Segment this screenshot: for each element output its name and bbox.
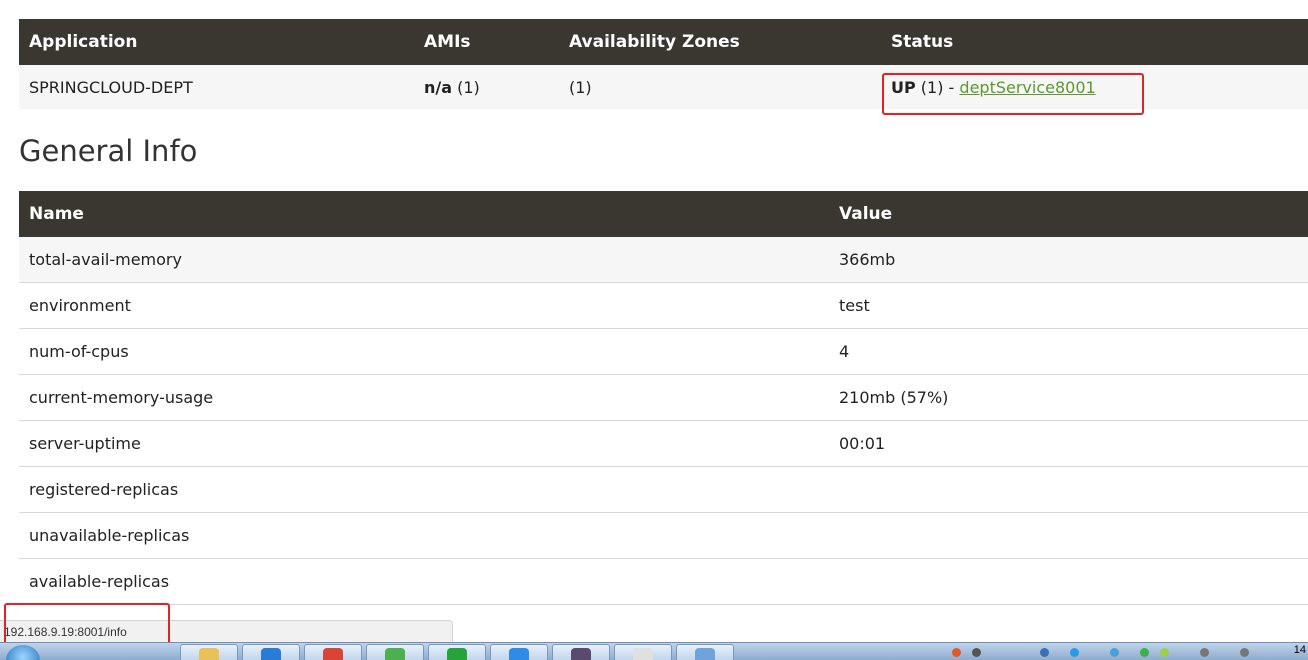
info-name: server-uptime [19, 420, 829, 467]
tray-icon[interactable] [1040, 648, 1049, 657]
info-value: 4 [829, 328, 1308, 375]
col-header-application: Application [19, 19, 414, 65]
folder-icon [199, 648, 219, 660]
taskbar-clock[interactable]: 14 [1294, 644, 1306, 656]
table-row: server-uptime 00:01 [19, 420, 1308, 467]
table-row: environment test [19, 282, 1308, 329]
amis-cell: n/a (1) [414, 65, 559, 109]
app-icon [385, 648, 405, 660]
applications-header-row: Application AMIs Availability Zones Stat… [19, 19, 1308, 65]
taskbar-app-button[interactable] [614, 644, 672, 660]
info-name: total-avail-memory [19, 237, 829, 283]
table-row: total-avail-memory 366mb [19, 237, 1308, 283]
tray-icon[interactable] [1140, 648, 1149, 657]
info-value: 366mb [829, 237, 1308, 283]
info-name: available-replicas [19, 558, 829, 605]
info-value: 00:01 [829, 420, 1308, 467]
table-row: num-of-cpus 4 [19, 328, 1308, 375]
app-icon [261, 648, 281, 660]
tray-icon[interactable] [972, 648, 981, 657]
col-header-status: Status [881, 19, 1308, 65]
taskbar-app-button[interactable] [490, 644, 548, 660]
tray-icon[interactable] [1110, 648, 1119, 657]
amis-count: (1) [457, 77, 480, 97]
app-icon [509, 648, 529, 660]
browser-status-bar: 192.168.9.19:8001/info [0, 620, 453, 643]
taskbar-app-button[interactable] [676, 644, 734, 660]
col-header-amis: AMIs [414, 19, 559, 65]
start-button[interactable] [6, 645, 40, 660]
app-icon [695, 648, 715, 660]
general-info-table: Name Value total-avail-memory 366mb envir… [19, 191, 1308, 605]
info-value [829, 512, 1308, 559]
taskbar: 14 [0, 642, 1308, 660]
taskbar-app-button[interactable] [366, 644, 424, 660]
table-row: unavailable-replicas [19, 512, 1308, 559]
general-info-header-row: Name Value [19, 191, 1308, 237]
table-row: SPRINGCLOUD-DEPT n/a (1) (1) UP (1) - de… [19, 65, 1308, 109]
taskbar-app-button[interactable] [242, 644, 300, 660]
table-row: registered-replicas [19, 466, 1308, 513]
info-value [829, 558, 1308, 605]
col-header-name: Name [19, 191, 829, 237]
status-up: UP [891, 77, 916, 97]
taskbar-folder-button[interactable] [180, 644, 238, 660]
taskbar-app-button[interactable] [428, 644, 486, 660]
app-icon [633, 648, 653, 660]
info-name: current-memory-usage [19, 374, 829, 421]
availability-zones-cell: (1) [559, 65, 881, 109]
tray-icon[interactable] [1240, 648, 1249, 657]
chrome-icon [323, 648, 343, 660]
table-row: current-memory-usage 210mb (57%) [19, 374, 1308, 421]
info-name: registered-replicas [19, 466, 829, 513]
col-header-availability-zones: Availability Zones [559, 19, 881, 65]
amis-value: n/a [424, 77, 453, 97]
info-name: environment [19, 282, 829, 329]
info-value: test [829, 282, 1308, 329]
info-value: 210mb (57%) [829, 374, 1308, 421]
info-value [829, 466, 1308, 513]
col-header-value: Value [829, 191, 1308, 237]
status-count: (1) - [915, 77, 960, 97]
taskbar-app-button[interactable] [552, 644, 610, 660]
info-name: unavailable-replicas [19, 512, 829, 559]
status-url: 192.168.9.19:8001/info [4, 625, 127, 639]
info-name: num-of-cpus [19, 328, 829, 375]
application-name: SPRINGCLOUD-DEPT [19, 65, 414, 109]
section-title: General Info [19, 134, 198, 168]
instance-link[interactable]: deptService8001 [959, 78, 1095, 97]
tray-icon[interactable] [952, 648, 961, 657]
tray-icon[interactable] [1160, 648, 1169, 657]
tray-icon[interactable] [1070, 648, 1079, 657]
applications-table: Application AMIs Availability Zones Stat… [19, 19, 1308, 109]
status-cell: UP (1) - deptService8001 [881, 65, 1308, 109]
app-icon [571, 648, 591, 660]
table-row: available-replicas [19, 558, 1308, 605]
tray-icon[interactable] [1200, 648, 1209, 657]
taskbar-chrome-button[interactable] [304, 644, 362, 660]
app-icon [447, 648, 467, 660]
